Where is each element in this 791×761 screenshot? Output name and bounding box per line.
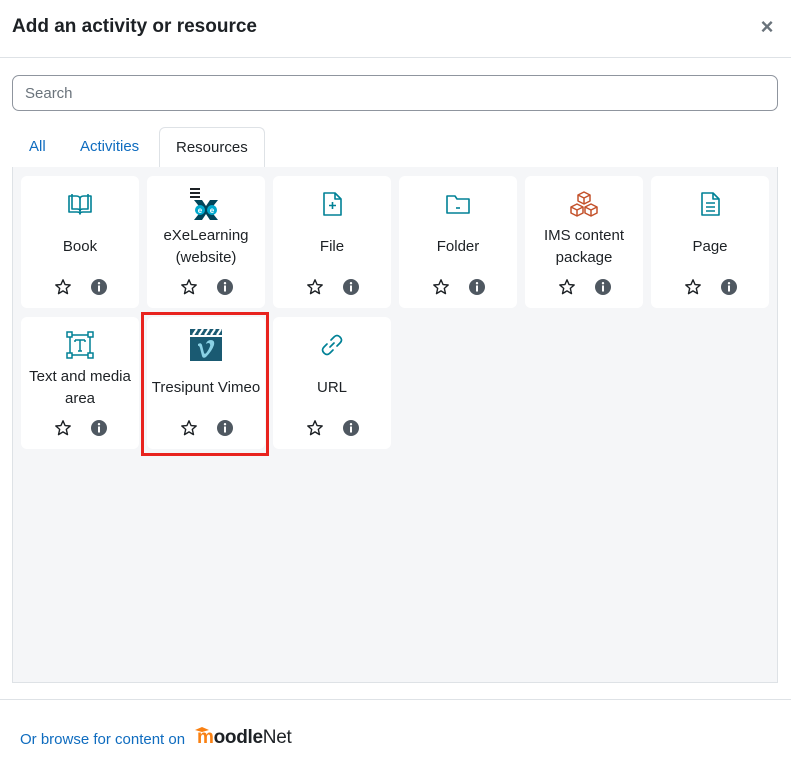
- item-ims-content-package[interactable]: IMS content package: [525, 176, 643, 308]
- moodlenet-logo[interactable]: moodle Net: [195, 727, 292, 751]
- logo-moodle-text: moodle: [195, 727, 263, 749]
- svg-text:e: e: [198, 206, 203, 215]
- browse-moodlenet-link[interactable]: Or browse for content on: [20, 731, 185, 748]
- item-file[interactable]: File: [273, 176, 391, 308]
- star-icon[interactable]: [54, 278, 72, 296]
- star-icon[interactable]: [306, 419, 324, 437]
- link-icon: [316, 329, 348, 361]
- item-folder[interactable]: Folder: [399, 176, 517, 308]
- ims-package-icon: [568, 188, 600, 220]
- star-icon[interactable]: [684, 278, 702, 296]
- star-icon[interactable]: [558, 278, 576, 296]
- vimeo-icon: [190, 329, 222, 361]
- item-exelearning[interactable]: e e eXeLearning (website): [147, 176, 265, 308]
- dialog-footer: [0, 699, 791, 761]
- info-icon[interactable]: [216, 419, 234, 437]
- item-label: Text and media area: [29, 368, 131, 407]
- info-icon[interactable]: [594, 278, 612, 296]
- star-icon[interactable]: [432, 278, 450, 296]
- item-tresipunt-vimeo[interactable]: Tresipunt Vimeo: [147, 317, 265, 449]
- info-icon[interactable]: [90, 419, 108, 437]
- page-icon: [694, 188, 726, 220]
- search-input[interactable]: [12, 75, 778, 111]
- star-icon[interactable]: [54, 419, 72, 437]
- graduation-cap-icon: [195, 727, 209, 732]
- info-icon[interactable]: [720, 278, 738, 296]
- info-icon[interactable]: [216, 278, 234, 296]
- info-icon[interactable]: [342, 419, 360, 437]
- info-icon[interactable]: [342, 278, 360, 296]
- text-media-icon: [64, 329, 96, 361]
- star-icon[interactable]: [180, 419, 198, 437]
- close-icon[interactable]: ×: [756, 14, 778, 39]
- star-icon[interactable]: [306, 278, 324, 296]
- item-label: Tresipunt Vimeo: [151, 379, 261, 396]
- item-page[interactable]: Page: [651, 176, 769, 308]
- item-label: URL: [316, 379, 347, 396]
- item-label: Book: [62, 238, 98, 255]
- item-book[interactable]: Book: [21, 176, 139, 308]
- item-label: IMS content package: [543, 227, 625, 266]
- item-text-and-media-area[interactable]: Text and media area: [21, 317, 139, 449]
- info-icon[interactable]: [468, 278, 486, 296]
- tab-activities[interactable]: Activities: [64, 127, 155, 168]
- tab-bar: All Activities Resources: [12, 127, 778, 169]
- tab-all[interactable]: All: [13, 127, 62, 168]
- logo-oodle-letters: oodle: [213, 727, 263, 748]
- file-icon: [316, 188, 348, 220]
- item-label: Page: [692, 238, 728, 255]
- item-label: Folder: [436, 238, 480, 255]
- folder-icon: [442, 188, 474, 220]
- info-icon[interactable]: [90, 278, 108, 296]
- svg-text:e: e: [210, 206, 215, 215]
- tab-resources[interactable]: Resources: [159, 127, 265, 169]
- item-label: File: [319, 238, 345, 255]
- dialog-title: Add an activity or resource: [12, 16, 257, 37]
- dialog-header: Add an activity or resource ×: [0, 0, 791, 58]
- book-icon: [64, 188, 96, 220]
- exelearning-icon: e e: [190, 188, 222, 220]
- item-label: eXeLearning (website): [163, 227, 249, 266]
- star-icon[interactable]: [180, 278, 198, 296]
- logo-net-text: Net: [262, 727, 292, 748]
- item-url[interactable]: URL: [273, 317, 391, 449]
